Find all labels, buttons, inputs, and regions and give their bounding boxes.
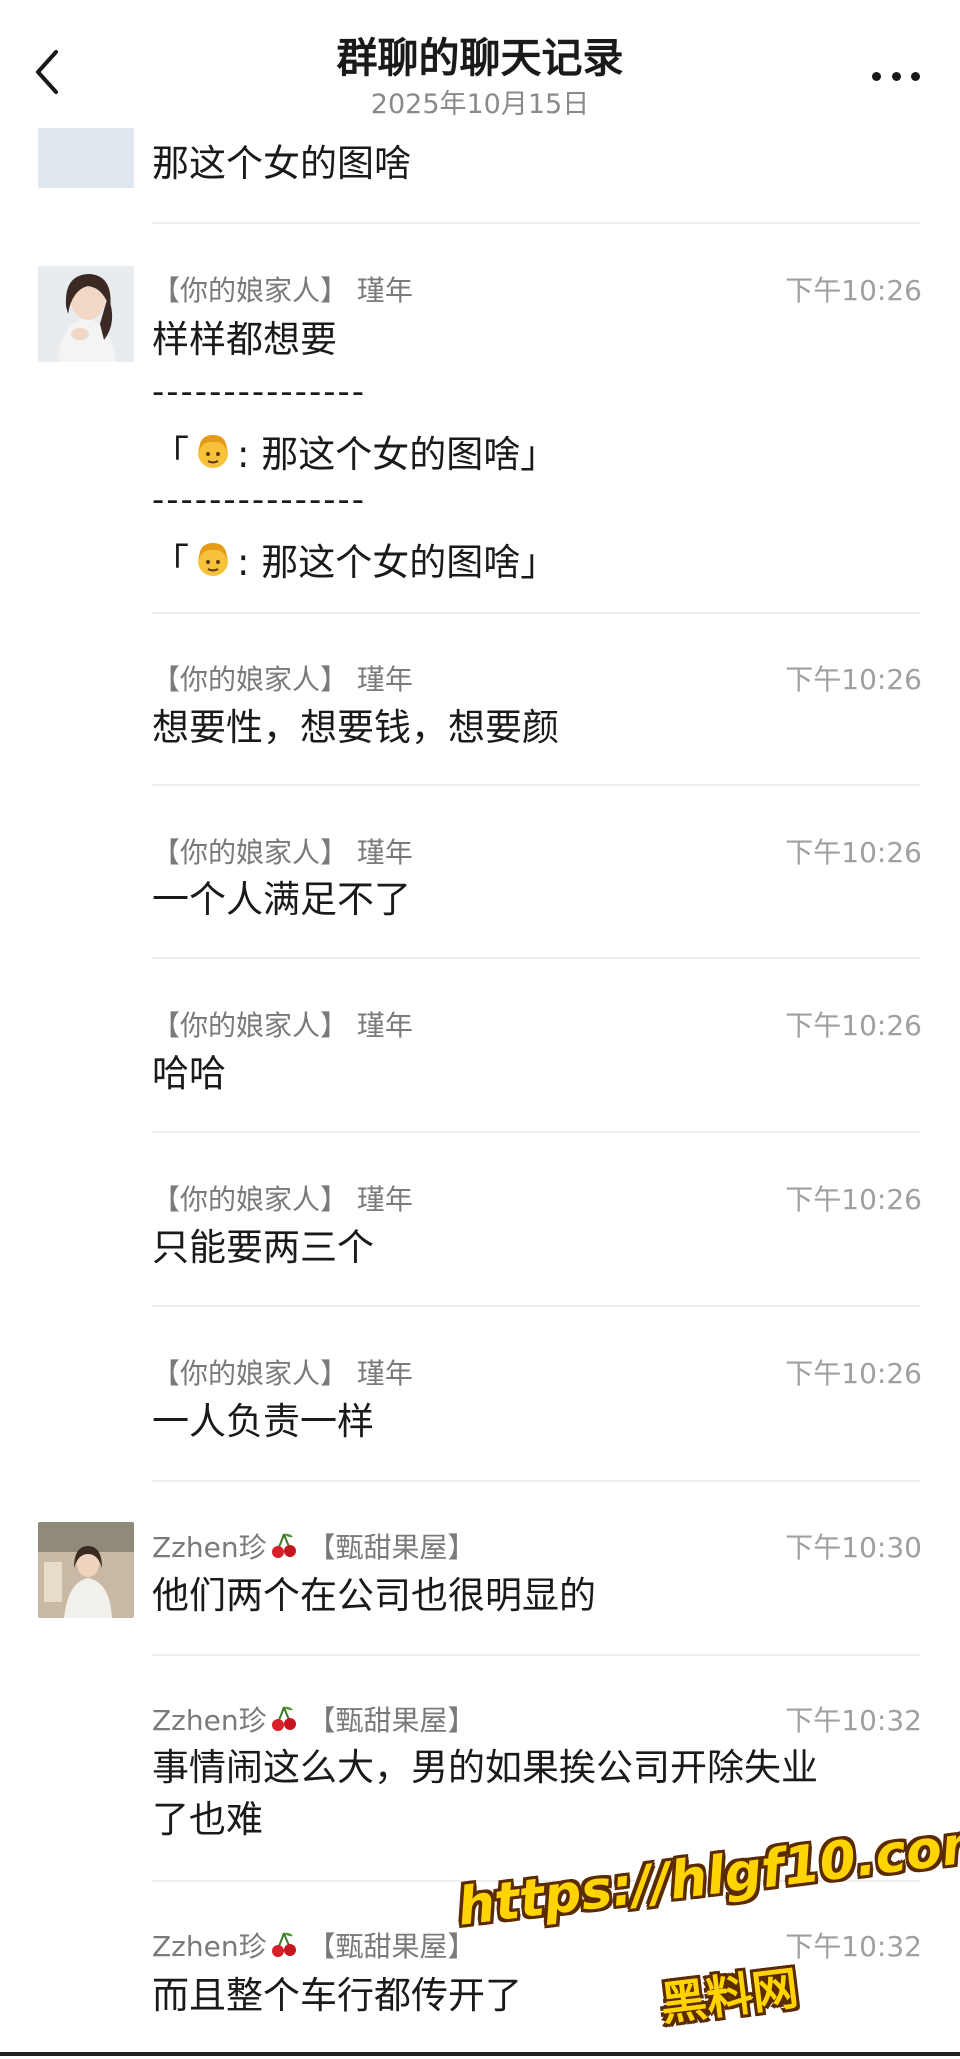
message-time: 下午10:26 — [785, 1357, 922, 1390]
cherry-icon — [271, 1533, 296, 1558]
quote-open-bracket: 「 — [152, 541, 189, 584]
quote-open-bracket: 「 — [152, 433, 189, 476]
quote-text: : 那这个女的图啥 — [237, 541, 521, 584]
message-text: 样样都想要 — [152, 318, 337, 361]
message-divider — [152, 1305, 920, 1307]
person-emoji-icon — [193, 431, 233, 471]
message-text: 一人负责一样 — [152, 1400, 374, 1443]
quoted-message: 「 : 那这个女的图啥 」 — [152, 532, 557, 586]
chat-history-screen: 那这个女的图啥 【你的娘家人】 瑾年 下午10:26 样样都想要 -------… — [0, 0, 960, 2059]
message-text: 事情闹这么大，男的如果挨公司开除失业 了也难 — [152, 1742, 920, 1846]
cherry-icon — [271, 1932, 296, 1957]
sender-nickname: Zzhen珍 — [152, 1531, 267, 1564]
message-text: 哈哈 — [152, 1052, 226, 1095]
message-divider — [152, 1654, 920, 1656]
message-time: 下午10:26 — [785, 1009, 922, 1042]
message-time: 下午10:30 — [785, 1531, 922, 1564]
message-divider — [152, 1131, 920, 1133]
message-time: 下午10:26 — [785, 1183, 922, 1216]
person-emoji-icon — [193, 539, 233, 579]
message-text: 想要性，想要钱，想要颜 — [152, 706, 559, 749]
message-time: 下午10:26 — [785, 836, 922, 869]
page-title: 群聊的聊天记录 — [336, 34, 624, 82]
sender-name: Zzhen珍 【甄甜果屋】 — [152, 1526, 476, 1566]
message-text: 那这个女的图啥 — [152, 142, 411, 185]
bottom-divider — [0, 2052, 960, 2056]
sender-name: 【你的娘家人】 瑾年 — [152, 663, 413, 696]
nav-header: 群聊的聊天记录 2025年10月15日 — [0, 0, 960, 128]
cherry-icon — [271, 1706, 296, 1731]
avatar[interactable] — [38, 1522, 134, 1618]
sender-group-tag: 【甄甜果屋】 — [307, 1531, 476, 1564]
message-time: 下午10:26 — [785, 663, 922, 696]
more-options-icon[interactable] — [872, 56, 920, 96]
quote-close-bracket: 」 — [520, 433, 558, 476]
message-text: 只能要两三个 — [152, 1226, 374, 1269]
sender-group-tag: 【甄甜果屋】 — [307, 1930, 476, 1963]
sender-nickname: Zzhen珍 — [152, 1930, 267, 1963]
quote-separator: --------------- — [152, 480, 367, 520]
sender-name: 【你的娘家人】 瑾年 — [152, 274, 413, 307]
message-text: 他们两个在公司也很明显的 — [152, 1574, 596, 1617]
avatar[interactable] — [38, 266, 134, 362]
sender-name: 【你的娘家人】 瑾年 — [152, 1183, 413, 1216]
message-divider — [152, 222, 920, 224]
message-divider — [152, 612, 920, 614]
sender-name: 【你的娘家人】 瑾年 — [152, 1357, 413, 1390]
message-text: 而且整个车行都传开了 — [152, 1974, 522, 2017]
message-time: 下午10:26 — [785, 274, 922, 307]
sender-name: Zzhen珍 【甄甜果屋】 — [152, 1925, 476, 1965]
message-time: 下午10:32 — [785, 1704, 922, 1737]
quote-close-bracket: 」 — [520, 541, 558, 584]
message-divider — [152, 1480, 920, 1482]
page-date: 2025年10月15日 — [370, 89, 590, 120]
sender-nickname: Zzhen珍 — [152, 1704, 267, 1737]
quote-separator: --------------- — [152, 372, 367, 412]
sender-name: 【你的娘家人】 瑾年 — [152, 1009, 413, 1042]
message-text-line: 事情闹这么大，男的如果挨公司开除失业 — [152, 1746, 818, 1789]
sender-name: 【你的娘家人】 瑾年 — [152, 836, 413, 869]
sender-group-tag: 【甄甜果屋】 — [307, 1704, 476, 1737]
sender-name: Zzhen珍 【甄甜果屋】 — [152, 1699, 476, 1739]
message-divider — [152, 957, 920, 959]
message-text: 一个人满足不了 — [152, 878, 411, 921]
quoted-message: 「 : 那这个女的图啥 」 — [152, 424, 557, 478]
message-time: 下午10:32 — [785, 1930, 922, 1963]
quote-text: : 那这个女的图啥 — [237, 433, 521, 476]
message-divider — [152, 784, 920, 786]
